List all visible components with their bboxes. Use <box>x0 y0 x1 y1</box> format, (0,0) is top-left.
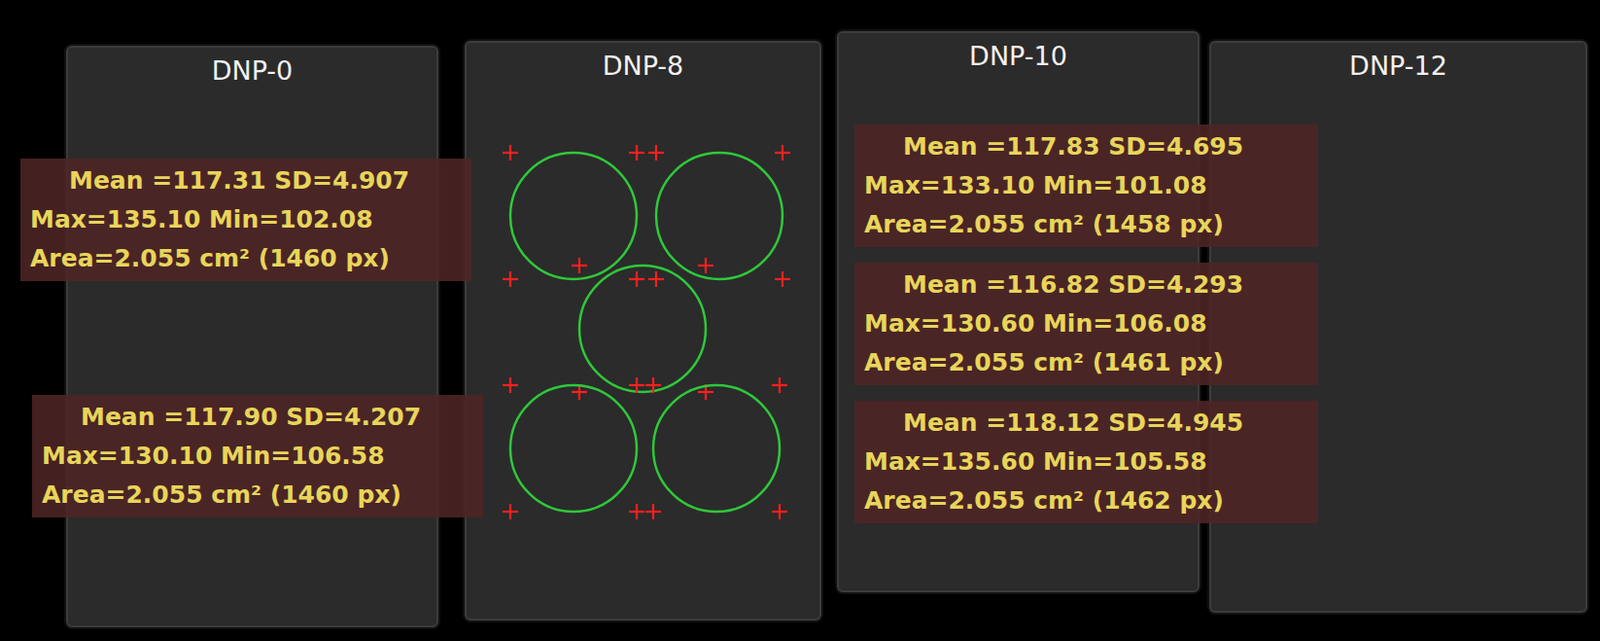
roi-overlay[interactable] <box>466 42 824 623</box>
handle-cross-icon[interactable] <box>502 377 519 393</box>
panel-label: DNP-8 <box>466 42 820 83</box>
handle-cross-icon[interactable] <box>502 271 519 287</box>
measurement-box: Mean =116.82 SD=4.293Max=130.60 Min=106.… <box>854 262 1319 385</box>
measurement-line: Max=135.10 Min=102.08 <box>30 200 464 240</box>
measurement-line: Area=2.055 cm² (1461 px) <box>864 343 1311 383</box>
handle-cross-icon[interactable] <box>648 144 664 161</box>
handle-cross-icon[interactable] <box>628 503 645 520</box>
roi-circle[interactable] <box>510 152 637 279</box>
sample-panel: DNP-8 <box>464 40 822 621</box>
handle-cross-icon[interactable] <box>648 271 664 287</box>
panel-label: DNP-10 <box>838 33 1198 73</box>
measurement-line: Area=2.055 cm² (1460 px) <box>41 475 476 515</box>
measurement-line: Max=130.60 Min=106.08 <box>864 304 1311 344</box>
measurement-line: Area=2.055 cm² (1460 px) <box>30 239 464 279</box>
measurement-line: Mean =117.90 SD=4.207 <box>41 397 476 437</box>
roi-circle[interactable] <box>579 265 706 392</box>
measurement-box: Mean =117.83 SD=4.695Max=133.10 Min=101.… <box>854 124 1319 247</box>
handle-cross-icon[interactable] <box>571 257 588 274</box>
handle-cross-icon[interactable] <box>774 144 791 161</box>
roi-circle[interactable] <box>653 384 780 512</box>
handle-cross-icon[interactable] <box>645 377 661 393</box>
handle-cross-icon[interactable] <box>697 257 714 274</box>
measurement-line: Area=2.055 cm² (1458 px) <box>864 205 1311 244</box>
handle-cross-icon[interactable] <box>771 377 788 393</box>
measurement-box: Mean =117.90 SD=4.207Max=130.10 Min=106.… <box>32 394 484 518</box>
measurement-line: Max=130.10 Min=106.58 <box>41 436 476 476</box>
measurement-line: Area=2.055 cm² (1462 px) <box>864 481 1311 521</box>
roi-circle[interactable] <box>656 152 783 279</box>
sample-panel: DNP-0Mean =117.31 SD=4.907Max=135.10 Min… <box>66 45 439 627</box>
measurement-line: Mean =118.12 SD=4.945 <box>864 403 1311 443</box>
handle-cross-icon[interactable] <box>628 144 645 161</box>
handle-cross-icon[interactable] <box>628 271 645 287</box>
measurement-line: Max=135.60 Min=105.58 <box>864 442 1311 482</box>
handle-cross-icon[interactable] <box>645 503 661 520</box>
handle-cross-icon[interactable] <box>628 377 645 393</box>
handle-cross-icon[interactable] <box>774 271 791 287</box>
measurement-box: Mean =117.31 SD=4.907Max=135.10 Min=102.… <box>20 158 472 281</box>
image-stage: DNP-0 Mean =117.31 SD=4.907Max=135.10 Min… <box>0 0 1600 641</box>
panel-label: DNP-12 <box>1211 42 1586 83</box>
measurement-box: Mean =118.12 SD=4.945Max=135.60 Min=105.… <box>854 400 1319 523</box>
handle-cross-icon[interactable] <box>771 503 788 520</box>
measurement-line: Mean =117.31 SD=4.907 <box>30 161 464 201</box>
measurement-line: Mean =116.82 SD=4.293 <box>864 265 1311 305</box>
measurement-line: Mean =117.83 SD=4.695 <box>864 127 1311 167</box>
sample-panel: DNP-10Mean =117.83 SD=4.695Max=133.10 Mi… <box>836 31 1200 592</box>
roi-circle[interactable] <box>510 384 637 512</box>
handle-cross-icon[interactable] <box>502 144 519 161</box>
handle-cross-icon[interactable] <box>502 503 519 520</box>
measurement-line: Max=133.10 Min=101.08 <box>864 166 1311 206</box>
panel-label: DNP-0 <box>68 47 437 88</box>
